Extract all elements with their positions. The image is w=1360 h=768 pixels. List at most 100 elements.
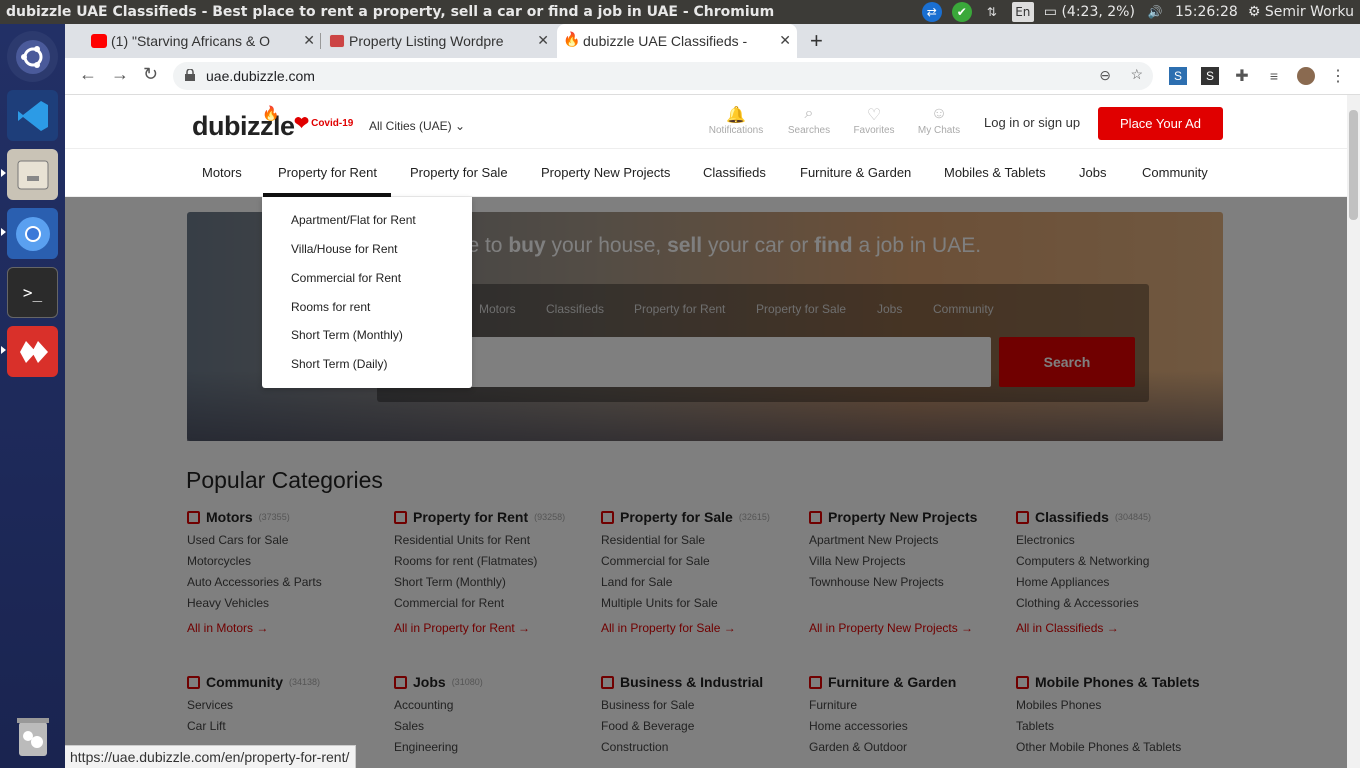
city-selector-label: All Cities (UAE) — [369, 119, 452, 133]
dropdown-item[interactable]: Rooms for rent — [291, 300, 370, 314]
login-link[interactable]: Log in or sign up — [984, 115, 1080, 130]
dropdown-item[interactable]: Commercial for Rent — [291, 271, 401, 285]
battery-icon: ▭ — [1043, 4, 1058, 20]
new-tab-icon[interactable]: + — [810, 28, 823, 54]
bell-icon: 🔔 — [726, 107, 746, 124]
extensions-puzzle-icon[interactable]: ✚ — [1233, 67, 1251, 85]
tab-dubizzle[interactable]: 🔥 dubizzle UAE Classifieds - ✕ — [557, 24, 797, 58]
page-favicon-icon — [329, 34, 345, 48]
running-indicator — [1, 346, 6, 354]
terminal-icon[interactable]: >_ — [7, 267, 58, 318]
back-icon[interactable]: ← — [79, 64, 97, 85]
place-ad-button[interactable]: Place Your Ad — [1098, 107, 1223, 140]
profile-avatar[interactable] — [1297, 67, 1315, 85]
heart-icon: ❤ — [294, 113, 310, 133]
clock[interactable]: 15:26:28 — [1175, 4, 1238, 20]
page-content: dubizzle 🔥 ❤ Covid-19 All Cities (UAE) ⌄ … — [65, 95, 1347, 768]
my-chats-label: My Chats — [917, 125, 961, 136]
window-title: dubizzle UAE Classifieds - Best place to… — [6, 4, 775, 20]
forward-icon[interactable]: → — [111, 64, 129, 85]
system-tray: ⇄ ✔ ⇅ En ▭ (4:23, 2%) 🔊 15:26:28 ⚙ Semir… — [921, 0, 1360, 24]
address-bar[interactable]: uae.dubizzle.com ⊖ ☆ — [173, 62, 1153, 90]
nav-mobiles-tablets[interactable]: Mobiles & Tablets — [944, 165, 1046, 180]
dim-overlay[interactable] — [65, 197, 1347, 768]
tab-property-listing[interactable]: Property Listing Wordpre ✕ — [323, 24, 555, 58]
file-manager-icon[interactable] — [7, 149, 58, 200]
lock-icon — [185, 69, 195, 81]
chromium-icon[interactable] — [7, 208, 58, 259]
teamviewer-icon[interactable]: ⇄ — [921, 2, 942, 22]
close-icon[interactable]: ✕ — [537, 32, 549, 49]
tab-youtube[interactable]: (1) "Starving Africans & O ✕ — [85, 24, 321, 58]
heart-icon: ♡ — [866, 107, 882, 124]
dropdown-item[interactable]: Short Term (Daily) — [291, 357, 387, 371]
favorites-label: Favorites — [853, 125, 895, 136]
dropdown-item[interactable]: Apartment/Flat for Rent — [291, 213, 416, 227]
tab-label: (1) "Starving Africans & O — [111, 33, 271, 49]
nav-property-for-rent[interactable]: Property for Rent — [278, 165, 377, 180]
close-icon[interactable]: ✕ — [779, 32, 791, 49]
network-icon[interactable]: ⇅ — [982, 2, 1002, 22]
link-status-bubble: https://uae.dubizzle.com/en/property-for… — [65, 745, 357, 768]
nav-property-for-sale[interactable]: Property for Sale — [410, 165, 508, 180]
nav-jobs[interactable]: Jobs — [1079, 165, 1106, 180]
city-selector[interactable]: All Cities (UAE) ⌄ — [369, 119, 465, 133]
reload-icon[interactable]: ↻ — [143, 64, 158, 85]
my-chats-button[interactable]: ☺ My Chats — [909, 105, 969, 136]
keyboard-lang[interactable]: En — [1011, 2, 1034, 22]
flame-icon: 🔥 — [563, 31, 581, 47]
ubuntu-logo-icon[interactable] — [7, 31, 58, 82]
close-icon[interactable]: ✕ — [303, 32, 315, 49]
scrollbar-thumb[interactable] — [1349, 110, 1358, 220]
zoom-icon[interactable]: ⊖ — [1099, 67, 1111, 84]
chat-icon: ☺ — [930, 105, 948, 122]
tab-label: dubizzle UAE Classifieds - — [583, 33, 748, 49]
covid-label: Covid-19 — [311, 117, 354, 129]
ubuntu-launcher: >_ — [0, 24, 65, 768]
menu-dots-icon[interactable]: ⋮ — [1329, 67, 1347, 85]
tab-label: Property Listing Wordpre — [349, 33, 504, 49]
chevron-down-icon: ⌄ — [455, 119, 466, 133]
nav-property-new-projects[interactable]: Property New Projects — [541, 165, 670, 180]
gear-icon: ⚙ — [1247, 4, 1261, 20]
running-indicator — [1, 228, 6, 236]
notifications-label: Notifications — [708, 125, 764, 136]
favorites-button[interactable]: ♡ Favorites — [844, 105, 904, 136]
trash-icon[interactable] — [7, 710, 58, 761]
nav-classifieds[interactable]: Classifieds — [703, 165, 766, 180]
anydesk-icon[interactable] — [7, 326, 58, 377]
extension-s-blue-icon[interactable]: S — [1169, 67, 1187, 85]
browser-toolbar: ← → ↻ uae.dubizzle.com ⊖ ☆ S S ✚ ≡ ⋮ — [65, 58, 1360, 95]
page-scrollbar[interactable] — [1347, 95, 1360, 768]
user-menu[interactable]: ⚙ Semir Worku — [1248, 4, 1354, 20]
logo-flame-icon: 🔥 — [262, 105, 280, 121]
search-icon: ⌕ — [804, 105, 814, 122]
searches-button[interactable]: ⌕ Searches — [779, 105, 839, 136]
url-text: uae.dubizzle.com — [206, 68, 315, 84]
running-indicator — [1, 169, 6, 177]
volume-icon[interactable]: 🔊 — [1145, 2, 1165, 22]
vscode-icon[interactable] — [7, 90, 58, 141]
nav-furniture-garden[interactable]: Furniture & Garden — [800, 165, 911, 180]
check-icon[interactable]: ✔ — [951, 2, 972, 22]
notifications-button[interactable]: 🔔 Notifications — [706, 105, 766, 136]
battery-indicator[interactable]: ▭ (4:23, 2%) — [1044, 4, 1135, 20]
extension-s-dark-icon[interactable]: S — [1201, 67, 1219, 85]
nav-community[interactable]: Community — [1142, 165, 1208, 180]
battery-text: (4:23, 2%) — [1061, 4, 1135, 20]
media-control-icon[interactable]: ≡ — [1265, 67, 1283, 85]
dropdown-item[interactable]: Villa/House for Rent — [291, 242, 398, 256]
user-name: Semir Worku — [1264, 4, 1354, 20]
site-header: dubizzle 🔥 ❤ Covid-19 All Cities (UAE) ⌄ … — [65, 95, 1347, 149]
nav-motors[interactable]: Motors — [202, 165, 242, 180]
dropdown-item[interactable]: Short Term (Monthly) — [291, 328, 403, 342]
covid-badge[interactable]: ❤ Covid-19 — [294, 113, 354, 133]
tab-divider — [320, 33, 321, 49]
youtube-icon — [91, 34, 107, 48]
bookmark-star-icon[interactable]: ☆ — [1130, 66, 1143, 83]
category-nav: Motors Property for Rent Property for Sa… — [65, 149, 1347, 197]
system-top-bar: dubizzle UAE Classifieds - Best place to… — [0, 0, 1360, 24]
property-for-rent-dropdown: Apartment/Flat for Rent Villa/House for … — [262, 197, 472, 388]
searches-label: Searches — [787, 125, 831, 136]
tab-strip: (1) "Starving Africans & O ✕ Property Li… — [65, 24, 1360, 58]
